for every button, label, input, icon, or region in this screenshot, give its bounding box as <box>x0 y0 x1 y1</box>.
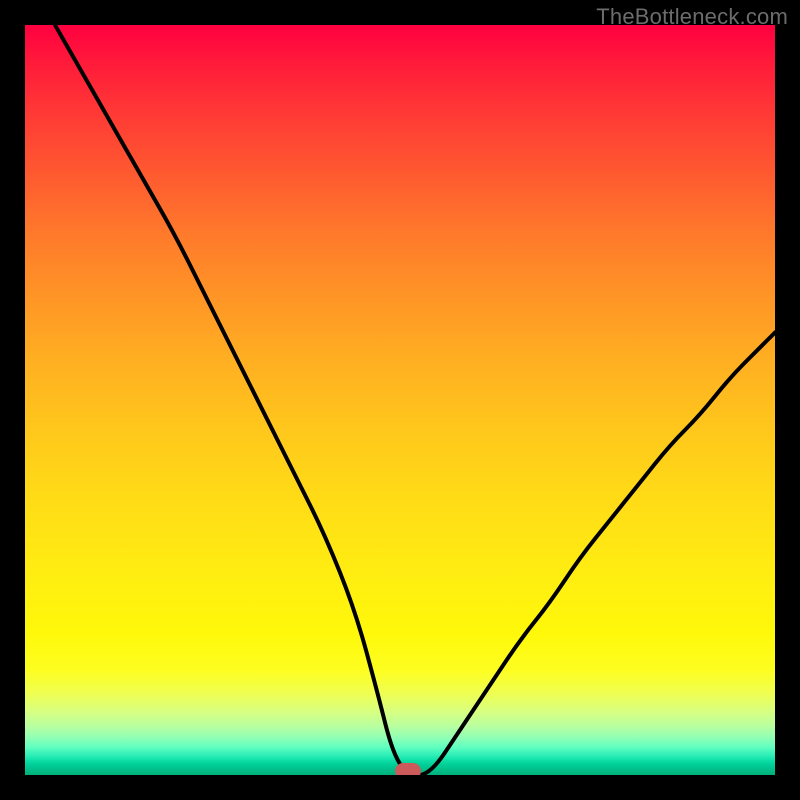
optimum-marker <box>395 763 421 775</box>
plot-area <box>25 25 775 775</box>
bottleneck-curve <box>55 25 775 775</box>
watermark-text: TheBottleneck.com <box>596 4 788 30</box>
chart-frame: TheBottleneck.com <box>0 0 800 800</box>
curve-svg <box>25 25 775 775</box>
